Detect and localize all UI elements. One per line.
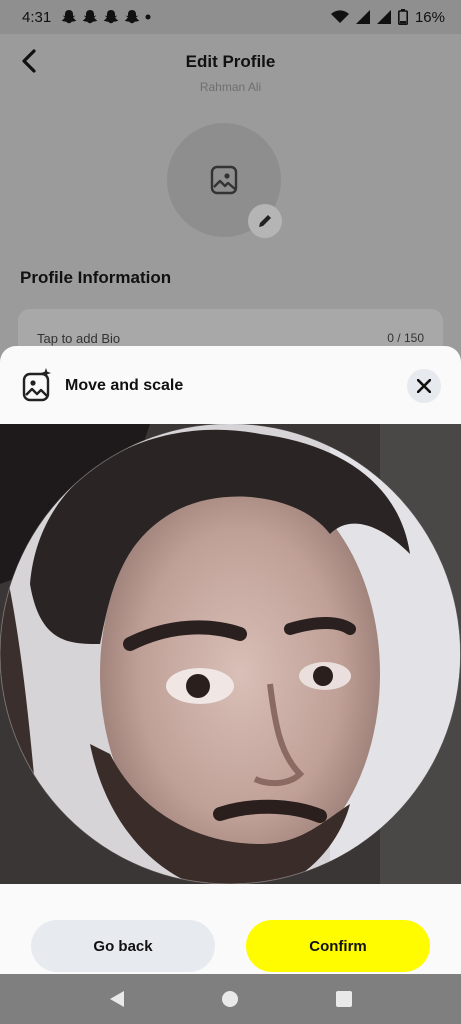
pencil-icon (259, 215, 271, 227)
snapchat-icon (62, 10, 77, 24)
move-and-scale-sheet: Move and scale Go back Confirm (0, 346, 461, 974)
status-bar: 4:31 16% (0, 0, 461, 34)
sheet-title: Move and scale (65, 377, 184, 394)
snapchat-icon (125, 10, 140, 24)
image-placeholder-icon (210, 165, 238, 195)
status-time: 4:31 (22, 8, 52, 26)
nav-recents-icon[interactable] (335, 990, 353, 1008)
edit-profile-page: Edit Profile Rahman Ali Profile Informat… (0, 34, 461, 369)
system-navigation-bar (0, 974, 461, 1024)
image-sparkle-icon (22, 368, 51, 402)
section-title: Profile Information (20, 268, 172, 287)
wifi-icon (330, 10, 349, 23)
edit-avatar-button[interactable] (248, 204, 282, 238)
nav-back-icon[interactable] (108, 990, 126, 1008)
more-notifications-dot-icon (145, 14, 151, 20)
page-title: Edit Profile (185, 52, 276, 71)
go-back-button[interactable]: Go back (31, 920, 215, 972)
nav-home-icon[interactable] (221, 990, 239, 1008)
battery-icon (397, 9, 408, 25)
signal-icon (355, 10, 370, 24)
signal-icon (376, 10, 391, 24)
confirm-button[interactable]: Confirm (246, 920, 430, 972)
bio-placeholder: Tap to add Bio (37, 331, 121, 346)
page-subtitle: Rahman Ali (199, 80, 262, 94)
close-button[interactable] (407, 369, 441, 403)
profile-photo (0, 424, 461, 884)
photo-crop-area[interactable] (0, 424, 461, 884)
sheet-header: Move and scale (0, 346, 461, 424)
close-icon (417, 379, 431, 393)
snapchat-icon (83, 10, 98, 24)
bio-counter: 0 / 150 (387, 331, 424, 345)
battery-level: 16% (414, 8, 445, 26)
notification-icons (61, 9, 151, 25)
snapchat-icon (104, 10, 119, 24)
